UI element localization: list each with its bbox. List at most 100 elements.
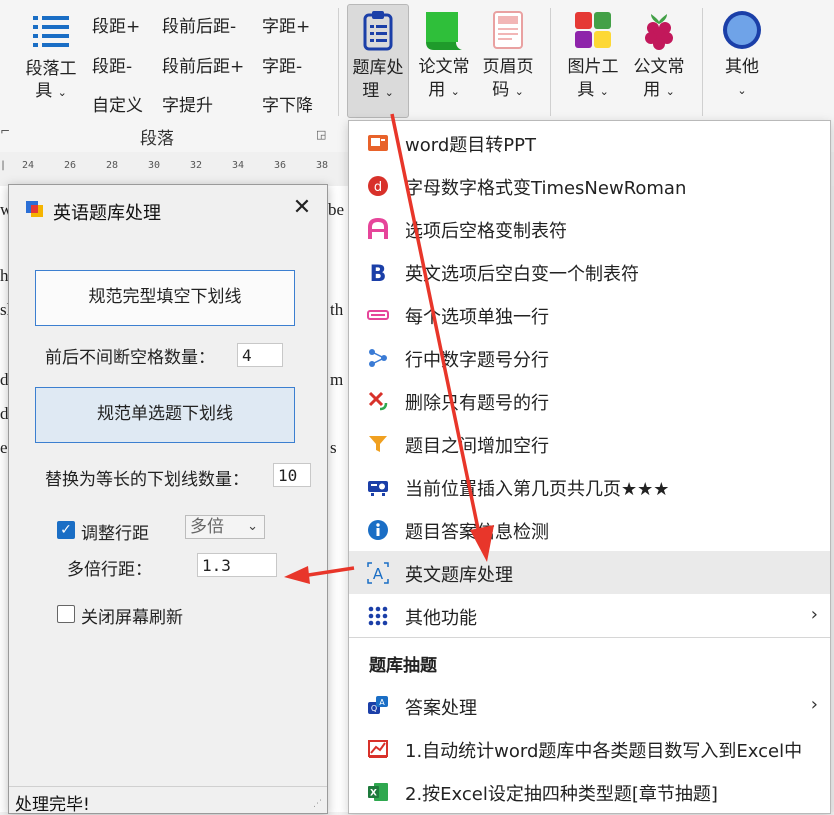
menu-item-label: word题目转PPT [405, 135, 536, 156]
dialog-launcher-icon[interactable]: ◲ [316, 128, 328, 141]
question-bank-label-1: 题库处 [352, 58, 404, 78]
header-footer-label-1: 页眉页 [482, 57, 534, 77]
para-spacing-plus-button[interactable]: 段距+ [92, 12, 140, 37]
para-spacing-minus-button[interactable]: 段距- [92, 52, 132, 77]
chevron-down-icon: ⌄ [599, 85, 609, 98]
menu-item-option-per-line[interactable]: 每个选项单独一行 [349, 293, 830, 336]
blue-circle-icon [723, 11, 761, 49]
color-blocks-icon [575, 12, 611, 48]
ribbon-separator [338, 8, 339, 116]
spacing-mode-select[interactable]: 多倍 ⌄ [185, 515, 265, 539]
question-bank-menu: word题目转PPT d 字母数字格式变TimesNewRoman 选项后空格变… [348, 120, 831, 814]
ruler-mark: | [0, 160, 7, 171]
excel-icon: X [368, 783, 388, 801]
menu-item-label: 当前位置插入第几页共几页★★★ [405, 479, 670, 500]
other-button[interactable]: 其他 ⌄ [712, 4, 772, 102]
menu-item-label: 1.自动统计word题库中各类题目数写入到Excel中 [405, 741, 803, 762]
char-lower-button[interactable]: 字下降 [262, 91, 313, 116]
para-before-after-minus-button[interactable]: 段前后距- [162, 12, 236, 37]
menu-item-word-to-ppt[interactable]: word题目转PPT [349, 121, 830, 164]
menu-item-insert-page-number[interactable]: 当前位置插入第几页共几页★★★ [349, 465, 830, 508]
chevron-down-icon: ⌄ [384, 86, 394, 99]
status-bar: 处理完毕! ⋰ [9, 786, 327, 815]
menu-separator [349, 637, 830, 638]
menu-item-excel-draw[interactable]: X 2.按Excel设定抽四种类型题[章节抽题] [349, 770, 830, 813]
grid-dots-icon [368, 606, 388, 626]
letter-a-icon [368, 218, 388, 239]
char-spacing-minus-button[interactable]: 字距- [262, 52, 302, 77]
funnel-icon [369, 436, 387, 452]
gov-doc-button[interactable]: 公文常 用 ⌄ [628, 4, 690, 103]
list-icon [33, 16, 69, 47]
chevron-down-icon: ⌄ [57, 86, 67, 99]
menu-item-times-new-roman[interactable]: d 字母数字格式变TimesNewRoman [349, 164, 830, 207]
menu-item-answer-check[interactable]: 题目答案信息检测 [349, 508, 830, 551]
adjust-spacing-label: 调整行距 [81, 524, 149, 544]
doc-text-fragment: s [330, 438, 337, 457]
menu-item-other-functions[interactable]: 其他功能 › [349, 594, 830, 637]
close-icon[interactable]: ✕ [287, 193, 317, 223]
multiple-spacing-input[interactable]: 1.3 [197, 553, 277, 577]
group-label-paragraph: 段落 [140, 129, 174, 149]
dialog-titlebar[interactable]: 英语题库处理 ✕ [9, 185, 327, 233]
menu-item-count-to-excel[interactable]: 1.自动统计word题库中各类题目数写入到Excel中 [349, 727, 830, 770]
menu-item-label: 其他功能 [405, 608, 477, 629]
menu-item-label: 删除只有题号的行 [405, 393, 549, 414]
normalize-cloze-button[interactable]: 规范完型填空下划线 [35, 270, 295, 326]
ruler-tick: 28 [106, 160, 119, 171]
chevron-down-icon: ⌄ [665, 85, 675, 98]
menu-item-label: 答案处理 [405, 698, 477, 719]
svg-text:d: d [374, 180, 382, 195]
status-text: 处理完毕! [15, 795, 90, 815]
info-icon [368, 520, 388, 540]
chart-icon [368, 740, 388, 758]
multiple-spacing-label: 多倍行距： [67, 560, 152, 580]
menu-item-answer-processing[interactable]: AQ 答案处理 › [349, 684, 830, 727]
menu-item-blank-to-tab[interactable]: B 英文选项后空白变一个制表符 [349, 250, 830, 293]
normalize-single-choice-button[interactable]: 规范单选题下划线 [35, 387, 295, 443]
ruler-tick: 34 [232, 160, 245, 171]
paragraph-tool-label-1: 段落工 [25, 59, 77, 79]
custom-button[interactable]: 自定义 [92, 91, 143, 116]
menu-item-delete-number-lines[interactable]: 删除只有题号的行 [349, 379, 830, 422]
question-bank-button[interactable]: 题库处 理 ⌄ [347, 4, 409, 118]
letter-b-icon: B [370, 262, 387, 283]
doc-text-fragment: m [330, 370, 344, 389]
menu-item-add-blank-lines[interactable]: 题目之间增加空行 [349, 422, 830, 465]
chevron-right-icon: › [810, 604, 818, 625]
image-tool-label-2: 具 [577, 80, 595, 100]
gov-doc-label-1: 公文常 [633, 57, 685, 77]
para-before-after-plus-button[interactable]: 段前后距+ [162, 52, 244, 77]
menu-item-split-numbers[interactable]: 行中数字题号分行 [349, 336, 830, 379]
line-box-icon [367, 310, 389, 320]
official-doc-button[interactable]: 论文常 用 ⌄ [414, 4, 474, 103]
resize-grip-icon[interactable]: ⋰ [313, 799, 323, 809]
char-raise-button[interactable]: 字提升 [162, 91, 213, 116]
doc-text-fragment: th [330, 300, 344, 319]
chevron-down-icon: ⌄ [450, 85, 460, 98]
raspberry-icon [645, 14, 673, 50]
chevron-down-icon: ⌄ [737, 84, 747, 97]
header-footer-button[interactable]: 页眉页 码 ⌄ [478, 4, 538, 103]
char-spacing-plus-button[interactable]: 字距+ [262, 12, 310, 37]
menu-item-space-to-tab[interactable]: 选项后空格变制表符 [349, 207, 830, 250]
adjust-spacing-checkbox[interactable]: ✓ [57, 521, 75, 539]
ribbon-separator [550, 8, 551, 116]
ribbon-separator [702, 8, 703, 116]
menu-item-label: 题目答案信息检测 [405, 522, 549, 543]
dialog-title: 英语题库处理 [53, 203, 161, 224]
disable-refresh-checkbox[interactable] [57, 605, 75, 623]
ruler-tick: 38 [316, 160, 329, 171]
prev-group-launcher-icon[interactable]: ⌐ [0, 124, 10, 138]
nonbreak-space-input[interactable]: 4 [237, 343, 283, 367]
menu-item-label: 选项后空格变制表符 [405, 221, 567, 242]
qa-icon: AQ [368, 696, 388, 714]
replace-underline-count-input[interactable]: 10 [273, 463, 311, 487]
image-tool-button[interactable]: 图片工 具 ⌄ [563, 4, 623, 103]
paragraph-tool-button[interactable]: 段落工 具 ⌄ [20, 8, 82, 104]
ppt-icon [368, 135, 388, 151]
disable-refresh-label: 关闭屏幕刷新 [81, 608, 183, 628]
svg-text:A: A [373, 565, 384, 583]
menu-item-english-bank[interactable]: A 英文题库处理 [349, 551, 830, 594]
svg-text:X: X [370, 789, 377, 799]
